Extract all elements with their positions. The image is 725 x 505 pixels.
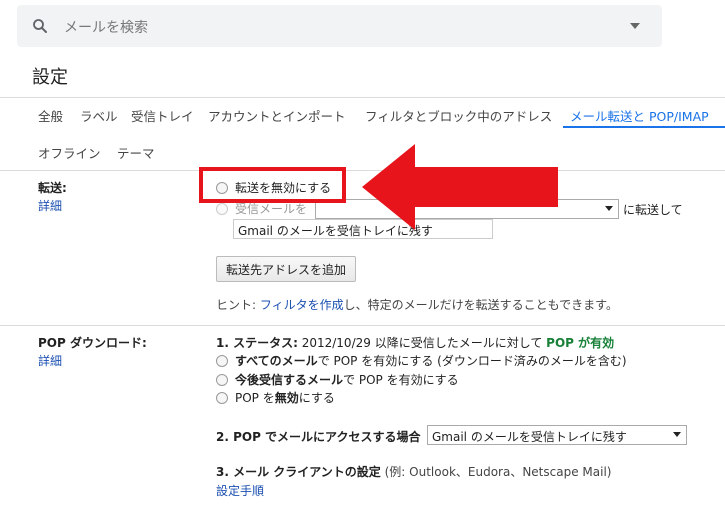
radio-pop-all-mail[interactable]	[216, 355, 228, 367]
pop-status-text: 2012/10/29 以降に受信したメールに対して	[301, 336, 543, 350]
divider	[0, 325, 725, 326]
radio-pop-disable[interactable]	[216, 392, 228, 404]
forwarding-label: 転送:	[38, 181, 67, 195]
search-input[interactable]: メールを検索	[64, 17, 148, 37]
tab-general[interactable]: 全般	[38, 106, 63, 125]
tab-accounts[interactable]: アカウントとインポート	[208, 106, 346, 125]
pop-status-line: 1. ステータス: 2012/10/29 以降に受信したメールに対して POP …	[216, 334, 614, 351]
option-pop-all-mail: すべてのメールで POP を有効にする (ダウンロード済みのメールを含む)	[235, 354, 627, 368]
pop-status-heading: 1. ステータス:	[216, 336, 298, 350]
pop-detail-link[interactable]: 詳細	[38, 352, 62, 369]
dropdown-arrow-icon	[673, 432, 681, 437]
tab-themes[interactable]: テーマ	[117, 143, 155, 162]
radio-pop-future-mail[interactable]	[216, 374, 228, 386]
option-pop-future-mail: 今後受信するメールで POP を有効にする	[235, 373, 459, 387]
pop-access-heading: 2. POP でメールにアクセスする場合	[216, 430, 421, 444]
tab-filters[interactable]: フィルタとブロック中のアドレス	[365, 106, 552, 125]
forwarding-detail-link[interactable]: 詳細	[38, 197, 62, 214]
annotation-arrow-icon	[362, 144, 558, 230]
pop-access-select[interactable]: Gmail のメールを受信トレイに残す	[427, 425, 687, 445]
pop-access-select-value: Gmail のメールを受信トレイに残す	[432, 430, 627, 444]
tab-inbox[interactable]: 受信トレイ	[131, 106, 194, 125]
setup-instructions-link[interactable]: 設定手順	[216, 482, 264, 499]
annotation-highlight-box	[199, 167, 346, 203]
hint-prefix: ヒント:	[216, 298, 260, 312]
search-icon[interactable]	[31, 17, 49, 35]
search-bar[interactable]: メールを検索	[17, 5, 662, 47]
tab-forwarding-pop-imap[interactable]: メール転送と POP/IMAP	[570, 106, 709, 125]
create-filter-link[interactable]: フィルタを作成	[260, 298, 344, 312]
tab-offline[interactable]: オフライン	[38, 143, 101, 162]
caret-down-icon[interactable]	[630, 23, 640, 29]
active-tab-indicator	[563, 126, 725, 128]
pop-download-label: POP ダウンロード:	[38, 336, 147, 350]
settings-tabs: 全般 ラベル 受信トレイ アカウントとインポート フィルタとブロック中のアドレス…	[0, 98, 725, 128]
add-forwarding-address-button[interactable]: 転送先アドレスを追加	[216, 256, 356, 282]
option-pop-disable: POP を無効にする	[235, 391, 335, 405]
mail-client-examples: (例: Outlook、Eudora、Netscape Mail)	[384, 465, 612, 479]
tab-labels[interactable]: ラベル	[80, 106, 118, 125]
pop-status-enabled: POP が有効	[546, 336, 615, 350]
page-title: 設定	[32, 67, 68, 88]
mail-client-line: 3. メール クライアントの設定 (例: Outlook、Eudora、Nets…	[216, 463, 611, 480]
mail-client-heading: 3. メール クライアントの設定	[216, 465, 381, 479]
option-forward-suffix: に転送して	[623, 203, 683, 217]
radio-forward-copy[interactable]	[216, 203, 228, 215]
dropdown-arrow-icon	[605, 206, 613, 211]
hint-suffix: し、特定のメールだけを転送することもできます。	[343, 298, 618, 312]
